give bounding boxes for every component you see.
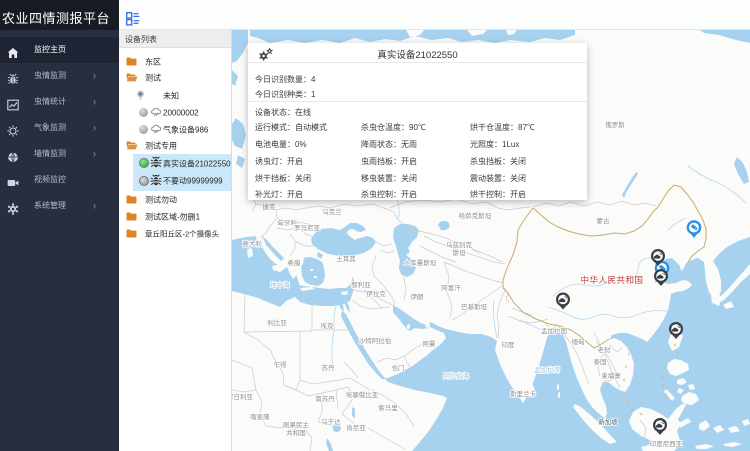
svg-text:尼日利亚: 尼日利亚 bbox=[232, 392, 254, 401]
svg-text:泰国: 泰国 bbox=[594, 357, 607, 366]
svg-text:印度尼西亚: 印度尼西亚 bbox=[650, 439, 683, 448]
svg-text:斯坦: 斯坦 bbox=[453, 248, 467, 257]
svg-text:蒙古: 蒙古 bbox=[597, 216, 611, 225]
svg-text:新加坡: 新加坡 bbox=[598, 417, 618, 426]
svg-text:刚果民主: 刚果民主 bbox=[283, 420, 310, 429]
svg-text:印度: 印度 bbox=[502, 340, 516, 349]
svg-text:缅甸: 缅甸 bbox=[572, 337, 585, 346]
svg-text:阿富汗: 阿富汗 bbox=[441, 283, 461, 292]
svg-text:伊拉克: 伊拉克 bbox=[366, 289, 386, 298]
svg-text:共和国: 共和国 bbox=[286, 428, 306, 437]
svg-text:喀麦隆: 喀麦隆 bbox=[250, 412, 270, 421]
svg-text:乍得: 乍得 bbox=[274, 360, 288, 369]
svg-text:老挝: 老挝 bbox=[598, 345, 612, 354]
svg-text:柬埔寨: 柬埔寨 bbox=[601, 371, 621, 380]
svg-text:肯尼亚: 肯尼亚 bbox=[346, 423, 366, 432]
svg-text:孟加拉国: 孟加拉国 bbox=[541, 326, 567, 335]
svg-text:孟加拉湾: 孟加拉湾 bbox=[534, 365, 561, 374]
svg-text:埃塞俄比亚: 埃塞俄比亚 bbox=[346, 390, 379, 399]
svg-text:乌克兰: 乌克兰 bbox=[322, 207, 342, 216]
svg-text:乌干达: 乌干达 bbox=[321, 417, 341, 426]
svg-text:阿拉伯海: 阿拉伯海 bbox=[443, 371, 470, 380]
svg-text:沙特阿拉伯: 沙特阿拉伯 bbox=[359, 336, 392, 345]
svg-text:土耳其: 土耳其 bbox=[336, 254, 356, 263]
svg-text:俄罗斯: 俄罗斯 bbox=[605, 120, 625, 129]
svg-text:乌兹别克: 乌兹别克 bbox=[446, 240, 473, 249]
svg-text:叙利亚: 叙利亚 bbox=[351, 280, 371, 289]
svg-text:希腊: 希腊 bbox=[288, 258, 302, 267]
svg-text:罗马尼亚: 罗马尼亚 bbox=[294, 224, 321, 232]
svg-text:捷克: 捷克 bbox=[263, 202, 277, 211]
svg-text:意大利: 意大利 bbox=[242, 239, 262, 248]
svg-text:斯里兰卡: 斯里兰卡 bbox=[510, 389, 537, 398]
svg-text:土库曼斯坦: 土库曼斯坦 bbox=[404, 258, 437, 267]
svg-text:伊朗: 伊朗 bbox=[411, 292, 424, 301]
svg-text:也门: 也门 bbox=[392, 363, 405, 372]
svg-text:索马里: 索马里 bbox=[378, 403, 398, 412]
svg-text:阿曼: 阿曼 bbox=[423, 339, 437, 348]
svg-text:哈萨克斯坦: 哈萨克斯坦 bbox=[459, 211, 492, 220]
svg-text:中华人民共和国: 中华人民共和国 bbox=[580, 275, 643, 285]
svg-text:南苏丹: 南苏丹 bbox=[315, 394, 335, 403]
svg-text:利比亚: 利比亚 bbox=[267, 318, 287, 327]
svg-text:巴基斯坦: 巴基斯坦 bbox=[461, 302, 488, 311]
svg-text:苏丹: 苏丹 bbox=[322, 363, 336, 372]
svg-text:地中海: 地中海 bbox=[270, 280, 290, 289]
svg-text:埃及: 埃及 bbox=[321, 321, 335, 330]
